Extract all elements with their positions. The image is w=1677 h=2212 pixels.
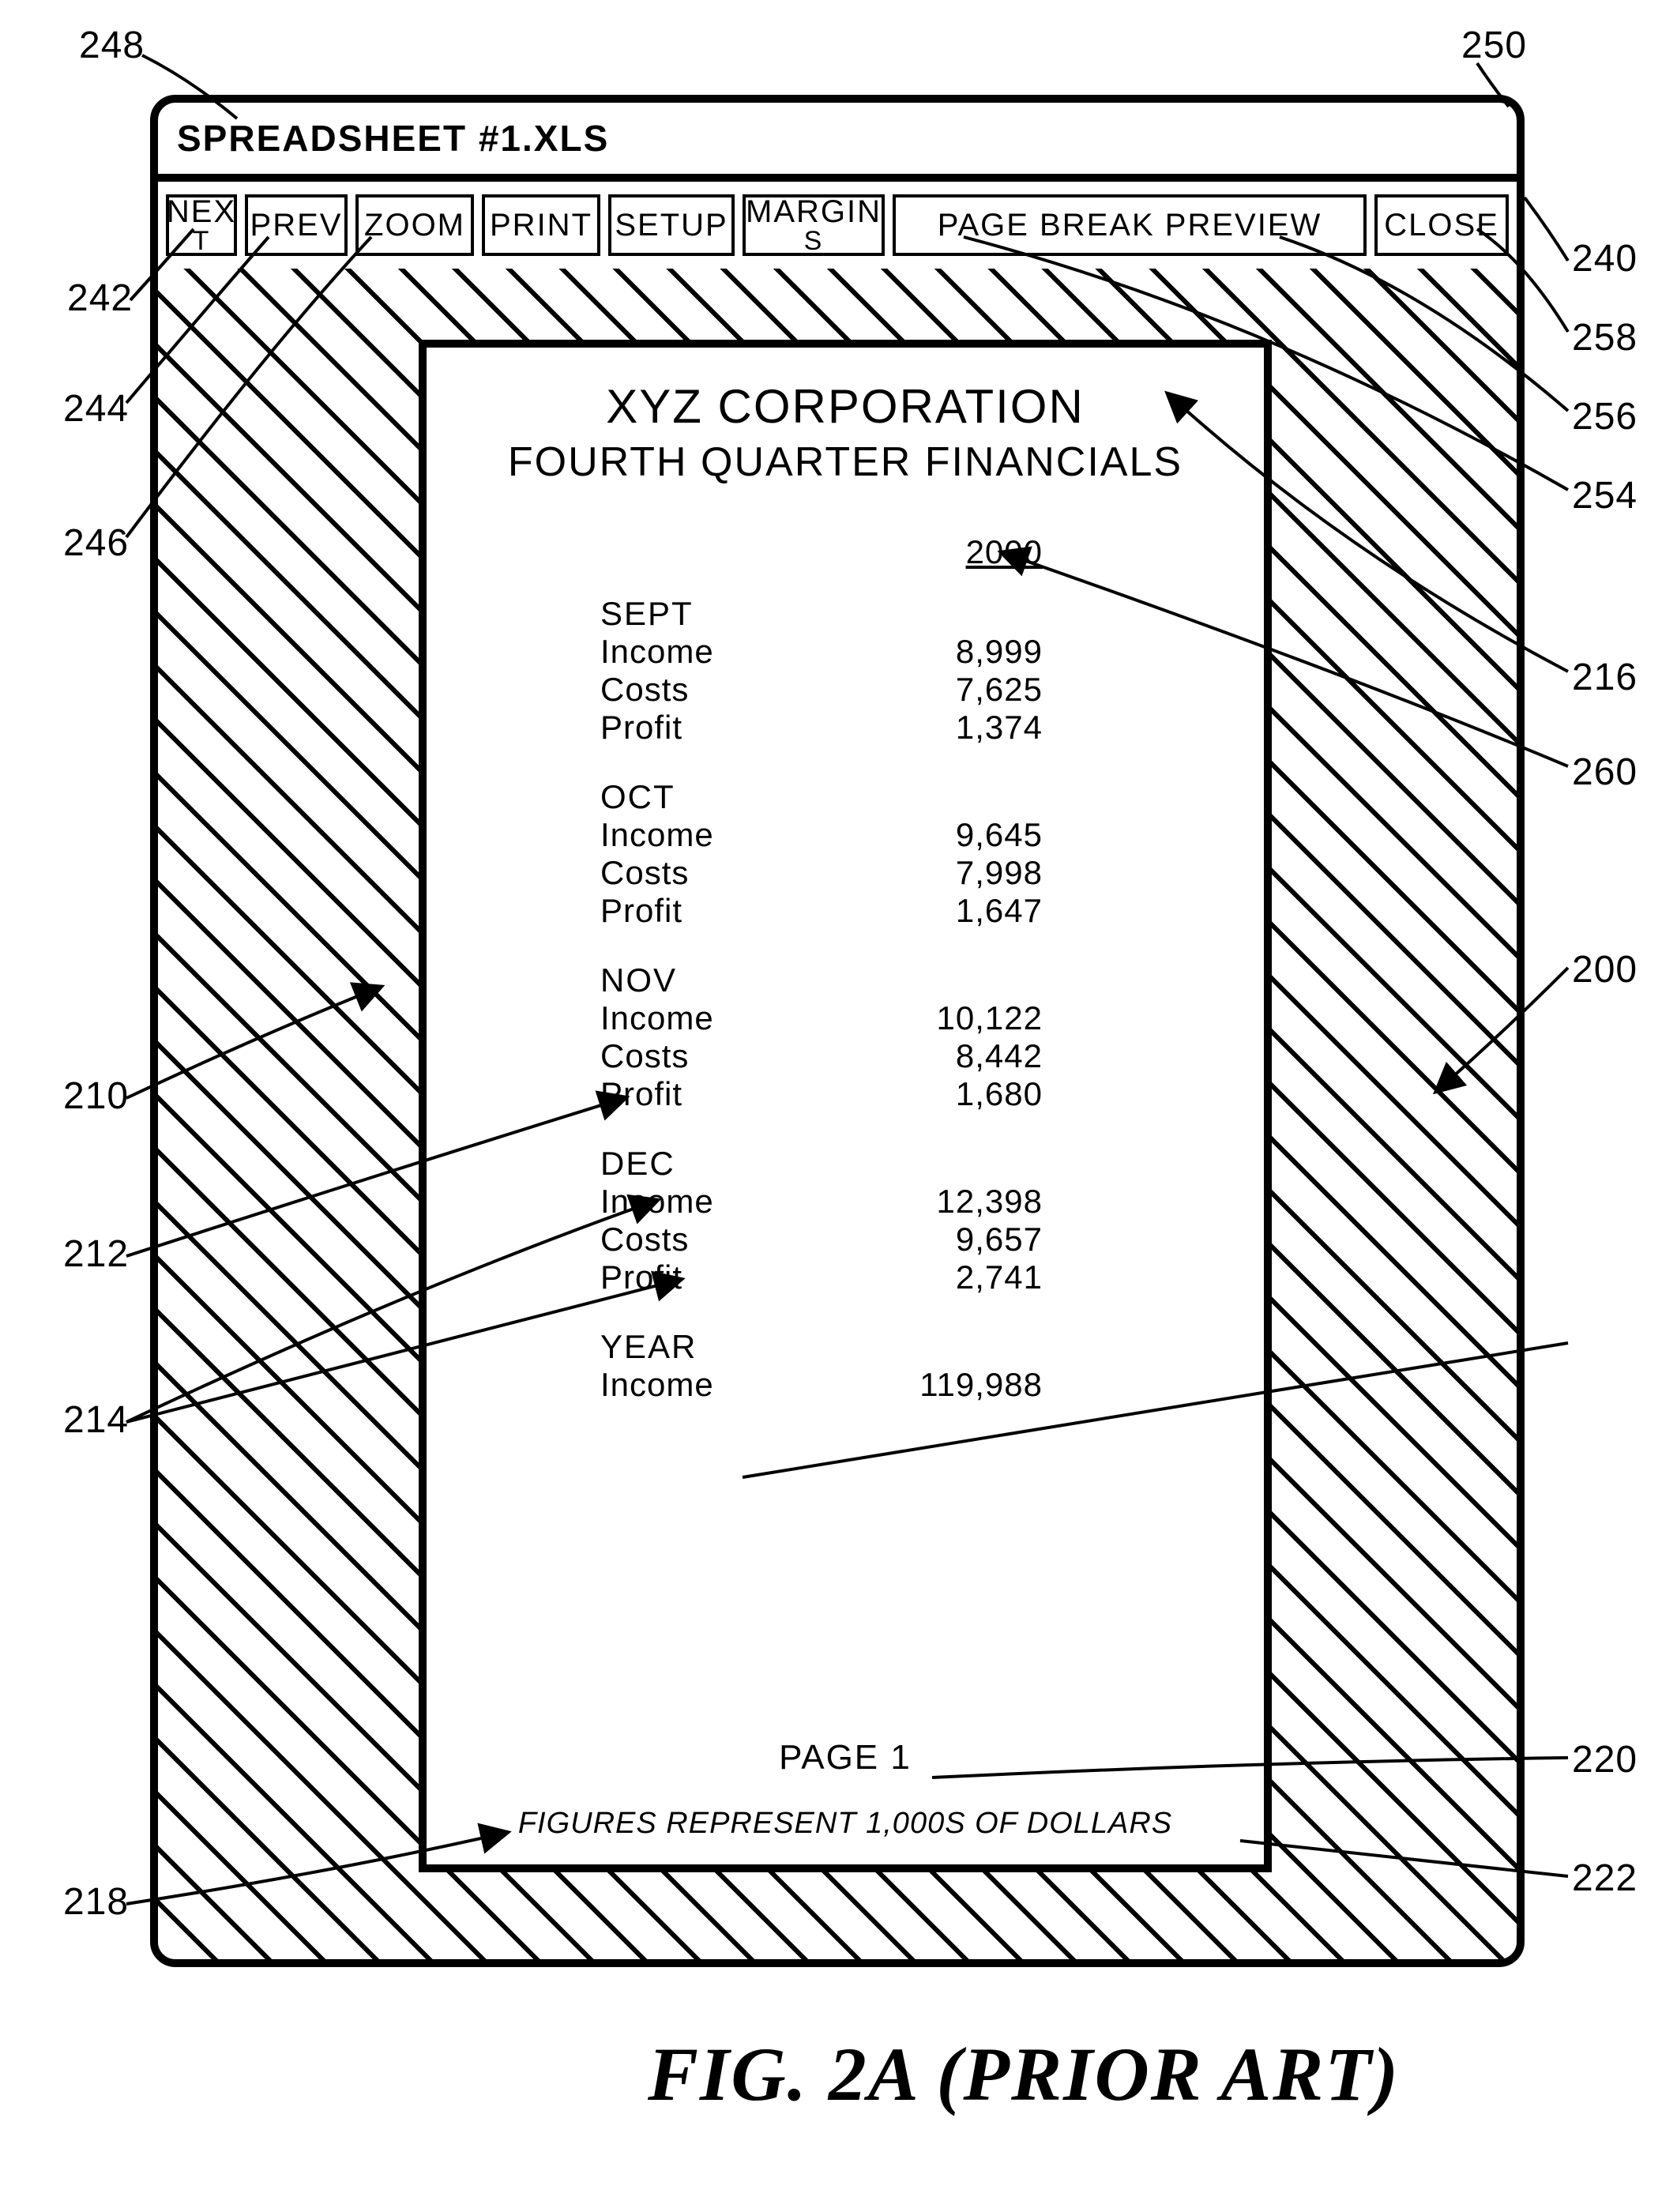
row-label: Profit	[600, 709, 758, 747]
zoom-button-label: ZOOM	[364, 208, 465, 243]
row-label: Income	[600, 1366, 758, 1404]
row-label: Costs	[600, 1221, 758, 1258]
figure-canvas: SPREADSHEET #1.XLS NEX T PREV ZOOM PRINT…	[0, 0, 1677, 2212]
report-body: 2000 SEPTIncome8,999Costs7,625Profit1,37…	[600, 533, 1090, 1404]
data-row: Costs 7,998	[600, 854, 1090, 892]
callout-220: 220	[1572, 1738, 1638, 1781]
print-button-label: PRINT	[490, 208, 592, 243]
print-button[interactable]: PRINT	[482, 194, 600, 256]
row-label: Income	[600, 999, 758, 1037]
row-label: Costs	[600, 671, 758, 709]
month-label: OCT	[600, 778, 1090, 816]
row-value: 1,374	[885, 709, 1043, 747]
report-section: NOVIncome 10,122 Costs 8,442 Profit 1,680	[600, 961, 1090, 1113]
row-label: Income	[600, 816, 758, 854]
data-row: Income 8,999	[600, 633, 1090, 671]
callout-214: 214	[63, 1398, 129, 1442]
row-value: 8,442	[885, 1037, 1043, 1075]
preview-area: XYZ CORPORATION FOURTH QUARTER FINANCIAL…	[158, 269, 1517, 1959]
row-value: 119,988	[885, 1366, 1043, 1404]
callout-246: 246	[63, 521, 129, 565]
month-label: SEPT	[600, 595, 1090, 633]
row-value: 10,122	[885, 999, 1043, 1037]
callout-200: 200	[1572, 948, 1638, 991]
callout-212: 212	[63, 1232, 129, 1276]
report-section: SEPTIncome 8,999 Costs 7,625 Profit 1,374	[600, 595, 1090, 747]
footnote: FIGURES REPRESENT 1,000S OF DOLLARS	[518, 1807, 1172, 1841]
callout-240: 240	[1572, 237, 1638, 280]
zoom-button[interactable]: ZOOM	[355, 194, 474, 256]
report-section: OCTIncome 9,645 Costs 7,998 Profit 1,647	[600, 778, 1090, 930]
next-button-label-top: NEX	[167, 196, 236, 228]
pbp-button-label: PAGE BREAK PREVIEW	[938, 208, 1322, 243]
data-row: Profit 2,741	[600, 1258, 1090, 1296]
close-button[interactable]: CLOSE	[1374, 194, 1509, 256]
callout-242: 242	[67, 276, 133, 320]
callout-210: 210	[63, 1074, 129, 1118]
callout-248: 248	[79, 24, 145, 67]
row-value: 1,647	[885, 892, 1043, 930]
row-label: Costs	[600, 854, 758, 892]
callout-260: 260	[1572, 750, 1638, 794]
data-row: Profit 1,374	[600, 709, 1090, 747]
data-row: Income 10,122	[600, 999, 1090, 1037]
row-label: Income	[600, 1183, 758, 1221]
data-row: Costs 7,625	[600, 671, 1090, 709]
data-row: Income 119,988	[600, 1366, 1090, 1404]
month-label: DEC	[600, 1145, 1090, 1183]
row-label: Profit	[600, 892, 758, 930]
app-window: SPREADSHEET #1.XLS NEX T PREV ZOOM PRINT…	[150, 95, 1525, 1967]
callout-258: 258	[1572, 316, 1638, 359]
row-value: 1,680	[885, 1075, 1043, 1113]
data-row: Income 12,398	[600, 1183, 1090, 1221]
margins-button-label-bot: S	[804, 228, 824, 254]
data-row: Income 9,645	[600, 816, 1090, 854]
window-title: SPREADSHEET #1.XLS	[177, 117, 609, 160]
data-row: Costs 9,657	[600, 1221, 1090, 1258]
data-row: Profit 1,680	[600, 1075, 1090, 1113]
callout-256: 256	[1572, 395, 1638, 438]
row-value: 2,741	[885, 1258, 1043, 1296]
next-button-label-bot: T	[193, 228, 211, 254]
row-label: Profit	[600, 1258, 758, 1296]
row-value: 8,999	[885, 633, 1043, 671]
margins-button-label-top: MARGIN	[746, 196, 882, 228]
page-number: PAGE 1	[779, 1738, 912, 1778]
page-break-preview-button[interactable]: PAGE BREAK PREVIEW	[893, 194, 1367, 256]
page-preview: XYZ CORPORATION FOURTH QUARTER FINANCIAL…	[419, 340, 1272, 1872]
report-section: YEARIncome 119,988	[600, 1328, 1090, 1404]
row-value: 7,625	[885, 671, 1043, 709]
setup-button-label: SETUP	[615, 208, 728, 243]
callout-216: 216	[1572, 656, 1638, 699]
title-bar: SPREADSHEET #1.XLS	[158, 103, 1517, 182]
prev-button-label: PREV	[250, 208, 343, 243]
row-label: Profit	[600, 1075, 758, 1113]
callout-250: 250	[1461, 24, 1527, 67]
year-header: 2000	[966, 533, 1043, 571]
next-button[interactable]: NEX T	[166, 194, 237, 256]
month-label: YEAR	[600, 1328, 1090, 1366]
callout-218: 218	[63, 1880, 129, 1924]
callout-244: 244	[63, 387, 129, 431]
month-label: NOV	[600, 961, 1090, 999]
data-row: Profit 1,647	[600, 892, 1090, 930]
row-value: 12,398	[885, 1183, 1043, 1221]
report-subtitle: FOURTH QUARTER FINANCIALS	[508, 438, 1183, 486]
data-row: Costs 8,442	[600, 1037, 1090, 1075]
prev-button[interactable]: PREV	[245, 194, 348, 256]
margins-button[interactable]: MARGIN S	[743, 194, 885, 256]
row-value: 9,645	[885, 816, 1043, 854]
toolbar: NEX T PREV ZOOM PRINT SETUP MARGIN S PAG…	[158, 182, 1517, 276]
report-section: DECIncome 12,398 Costs 9,657 Profit 2,741	[600, 1145, 1090, 1296]
row-label: Costs	[600, 1037, 758, 1075]
close-button-label: CLOSE	[1384, 208, 1499, 243]
callout-254: 254	[1572, 474, 1638, 517]
report-title: XYZ CORPORATION	[606, 379, 1085, 434]
setup-button[interactable]: SETUP	[608, 194, 735, 256]
row-label: Income	[600, 633, 758, 671]
figure-caption: FIG. 2A (PRIOR ART)	[648, 2030, 1400, 2118]
row-value: 7,998	[885, 854, 1043, 892]
callout-222: 222	[1572, 1856, 1638, 1900]
row-value: 9,657	[885, 1221, 1043, 1258]
